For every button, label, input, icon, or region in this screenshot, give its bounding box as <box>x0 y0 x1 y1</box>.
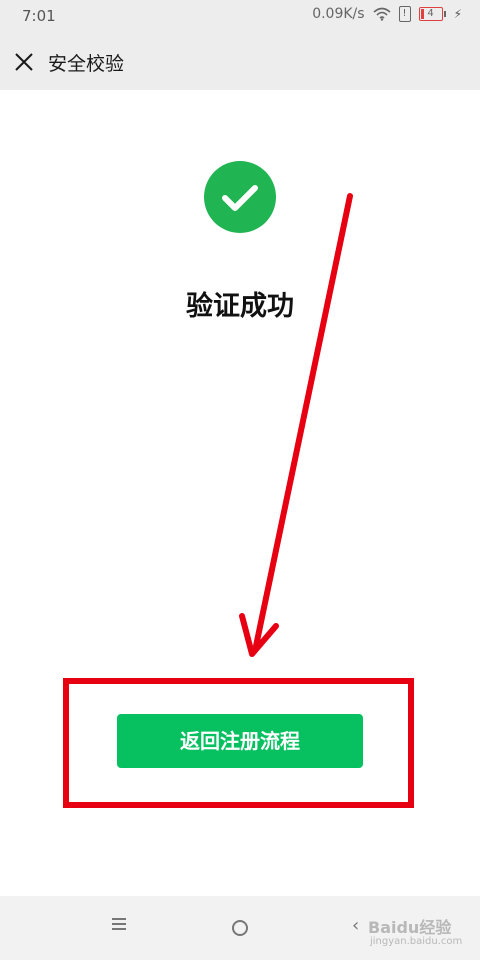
annotation-arrow <box>239 193 353 657</box>
menu-icon[interactable] <box>112 918 126 932</box>
home-icon[interactable] <box>232 920 248 936</box>
watermark-sub: jingyan.baidu.com <box>370 936 463 947</box>
screen: 7:01 0.09K/s ! 4 ⚡ 安全校验 验证成功 返回注册流程 ‹ Ba… <box>0 0 480 960</box>
watermark-main: Baidu经验 <box>368 918 452 937</box>
watermark: Baidu经验 jingyan.baidu.com <box>360 906 464 956</box>
back-icon[interactable]: ‹ <box>352 915 359 936</box>
